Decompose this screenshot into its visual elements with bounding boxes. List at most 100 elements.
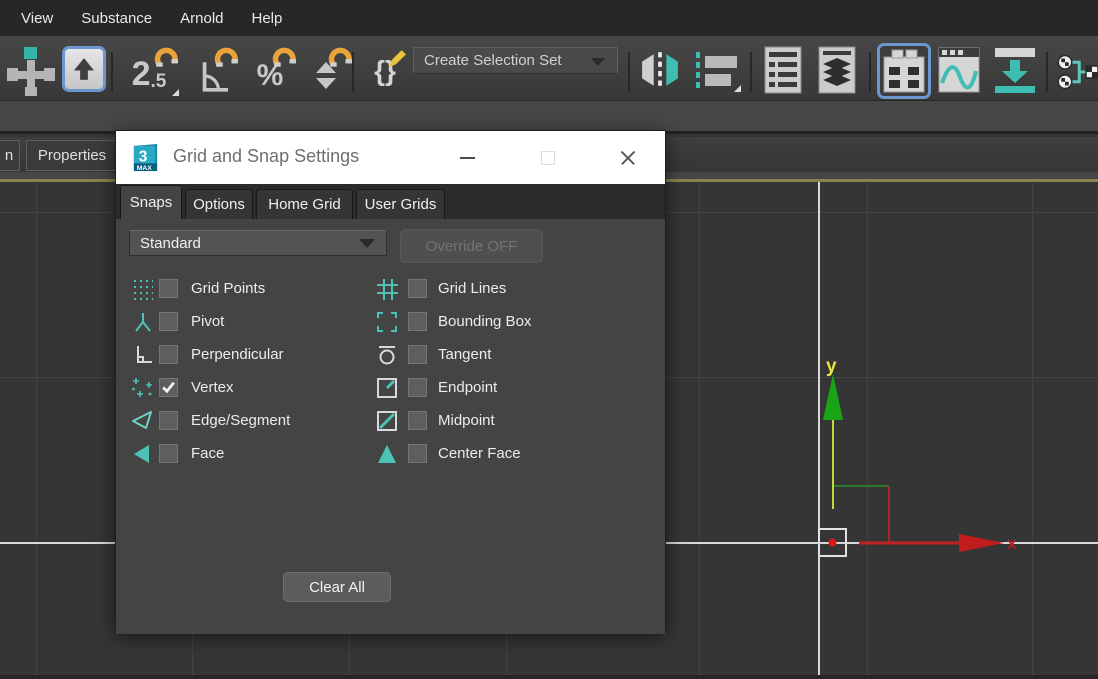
curve-editor-icon xyxy=(938,47,980,93)
snaps-tab-panel: Standard Override OFF Grid Points Grid L… xyxy=(116,219,665,634)
edge-segment-checkbox[interactable] xyxy=(159,411,178,430)
tab-home-grid[interactable]: Home Grid xyxy=(256,189,353,219)
svg-text:3: 3 xyxy=(139,148,148,165)
grid-points-checkbox[interactable] xyxy=(159,279,178,298)
select-and-manipulate-button[interactable] xyxy=(4,44,56,98)
tab-options[interactable]: Options xyxy=(185,189,253,219)
snap-option-row: Edge/Segment Midpoint xyxy=(116,404,665,437)
midpoint-checkbox[interactable] xyxy=(408,411,427,430)
dock-toolbar-button[interactable] xyxy=(992,45,1038,95)
option-pivot: Pivot xyxy=(131,305,224,338)
schematic-view-button[interactable] xyxy=(1056,45,1098,99)
grid-points-icon xyxy=(134,279,153,300)
snaps-toggle-2.5d-button[interactable]: 2 .5 xyxy=(118,44,180,98)
option-grid-points: Grid Points xyxy=(131,272,265,305)
chevron-down-icon xyxy=(359,239,375,248)
snap-mode-number: 2 xyxy=(131,54,151,93)
endpoint-icon xyxy=(377,377,397,398)
close-button[interactable] xyxy=(610,139,646,176)
face-icon xyxy=(134,444,149,463)
toolbar-separator xyxy=(628,52,630,92)
center-face-icon xyxy=(378,444,396,463)
option-endpoint: Endpoint xyxy=(375,371,497,404)
tangent-icon xyxy=(379,345,395,364)
bounding-box-icon xyxy=(377,311,397,332)
option-bounding-box: Bounding Box xyxy=(375,305,531,338)
midpoint-icon xyxy=(377,410,397,431)
menu-view[interactable]: View xyxy=(10,4,64,33)
schematic-view-icon xyxy=(1057,54,1098,90)
grid-and-snap-settings-dialog: 3 MAX Grid and Snap Settings Snaps Optio… xyxy=(115,130,666,634)
toolbar-separator xyxy=(352,52,354,92)
snap-mode-sub: .5 xyxy=(150,71,167,92)
percent-snap-toggle-button[interactable]: % xyxy=(242,44,298,98)
menu-substance[interactable]: Substance xyxy=(70,4,163,33)
panel-tab-label: n xyxy=(4,147,14,164)
dialog-titlebar[interactable]: 3 MAX Grid and Snap Settings xyxy=(116,131,665,184)
named-selection-set-dropdown[interactable]: Create Selection Set xyxy=(413,47,618,74)
menu-help[interactable]: Help xyxy=(241,4,294,33)
pivot-checkbox[interactable] xyxy=(159,312,178,331)
transform-gizmo[interactable]: y x xyxy=(660,182,1098,679)
origin-point xyxy=(828,538,837,547)
scene-explorer-toggle-button[interactable] xyxy=(762,45,804,95)
perpendicular-checkbox[interactable] xyxy=(159,345,178,364)
preset-value: Standard xyxy=(140,234,201,252)
minimize-button[interactable] xyxy=(449,139,485,176)
toolbar-separator xyxy=(111,52,113,92)
snap-preset-dropdown[interactable]: Standard xyxy=(129,230,387,256)
pivot-icon xyxy=(135,312,151,332)
panel-tab-partial[interactable]: n xyxy=(0,140,20,171)
center-face-checkbox[interactable] xyxy=(408,444,427,463)
main-toolbar: 2 .5 % {} Create Selection Set xyxy=(0,36,1098,101)
x-axis-arrowhead xyxy=(959,534,1004,552)
panel-tab-properties[interactable]: Properties xyxy=(26,140,118,171)
svg-text:MAX: MAX xyxy=(137,165,153,172)
vertex-checkbox[interactable] xyxy=(159,378,178,397)
clear-all-button[interactable]: Clear All xyxy=(283,572,391,602)
edit-named-selection-sets-button[interactable]: {} xyxy=(360,44,410,98)
option-perpendicular: Perpendicular xyxy=(131,338,284,371)
layer-explorer-toggle-button[interactable] xyxy=(816,45,858,95)
3dsmax-logo-icon: 3 MAX xyxy=(133,143,158,172)
edge-segment-icon xyxy=(132,410,152,429)
perpendicular-icon xyxy=(137,345,152,363)
option-edge-segment: Edge/Segment xyxy=(131,404,290,437)
spinner-snap-toggle-button[interactable] xyxy=(300,44,352,98)
dialog-tabstrip: Snaps Options Home Grid User Grids xyxy=(116,184,665,219)
checkmark-icon xyxy=(162,381,175,394)
align-button[interactable] xyxy=(690,48,742,94)
ribbon-toggle-button[interactable] xyxy=(877,43,931,99)
option-vertex: Vertex xyxy=(131,371,234,404)
endpoint-checkbox[interactable] xyxy=(408,378,427,397)
snap-option-row: Grid Points Grid Lines xyxy=(116,272,665,305)
close-icon xyxy=(620,150,636,166)
bounding-box-checkbox[interactable] xyxy=(408,312,427,331)
option-face: Face xyxy=(131,437,224,470)
face-checkbox[interactable] xyxy=(159,444,178,463)
toolbar-separator xyxy=(869,52,871,92)
keyboard-override-toggle[interactable] xyxy=(62,46,106,92)
menu-arnold[interactable]: Arnold xyxy=(169,4,234,33)
toolbar-separator xyxy=(1046,52,1048,92)
grid-lines-checkbox[interactable] xyxy=(408,279,427,298)
mirror-button[interactable] xyxy=(637,48,683,92)
magnet-icon xyxy=(272,47,296,67)
tangent-checkbox[interactable] xyxy=(408,345,427,364)
grid-line xyxy=(36,182,37,679)
maximize-button[interactable] xyxy=(530,139,566,176)
menu-bar: View Substance Arnold Help xyxy=(0,0,1098,36)
grid-lines-icon xyxy=(377,278,398,300)
arrow-up-icon xyxy=(73,58,95,80)
magnet-icon xyxy=(214,47,238,67)
snap-option-row: Vertex Endpoint xyxy=(116,371,665,404)
override-off-button[interactable]: Override OFF xyxy=(400,229,543,263)
tab-user-grids[interactable]: User Grids xyxy=(356,189,445,219)
maximize-icon xyxy=(541,150,555,165)
angle-snap-toggle-button[interactable] xyxy=(184,44,240,98)
tab-snaps[interactable]: Snaps xyxy=(120,185,182,219)
magnet-icon xyxy=(154,47,178,67)
curve-editor-button[interactable] xyxy=(936,45,982,95)
scene-explorer-icon xyxy=(764,46,802,94)
snap-option-row: Perpendicular Tangent xyxy=(116,338,665,371)
